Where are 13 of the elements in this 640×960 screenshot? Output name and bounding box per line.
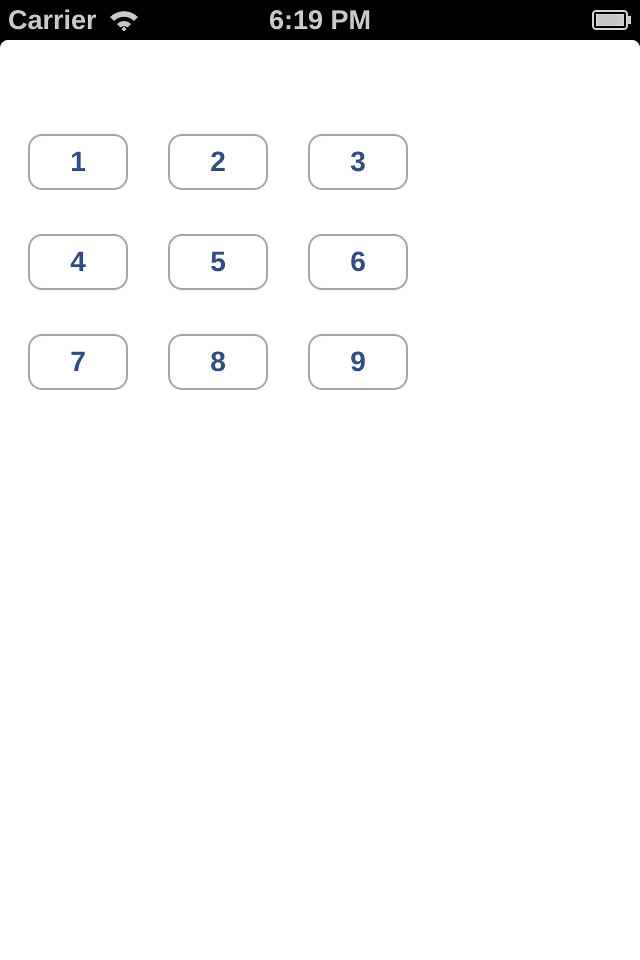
number-button[interactable]: 3 [308,134,408,190]
battery-icon [592,10,632,30]
number-button[interactable]: 1 [28,134,128,190]
carrier-name: Carrier [8,4,97,36]
number-button[interactable]: 5 [168,234,268,290]
number-button[interactable]: 6 [308,234,408,290]
number-button[interactable]: 7 [28,334,128,390]
number-button[interactable]: 4 [28,234,128,290]
number-button[interactable]: 8 [168,334,268,390]
status-time: 6:19 PM [268,4,372,36]
number-button[interactable]: 9 [308,334,408,390]
wifi-icon [108,9,139,31]
number-button[interactable]: 2 [168,134,268,190]
